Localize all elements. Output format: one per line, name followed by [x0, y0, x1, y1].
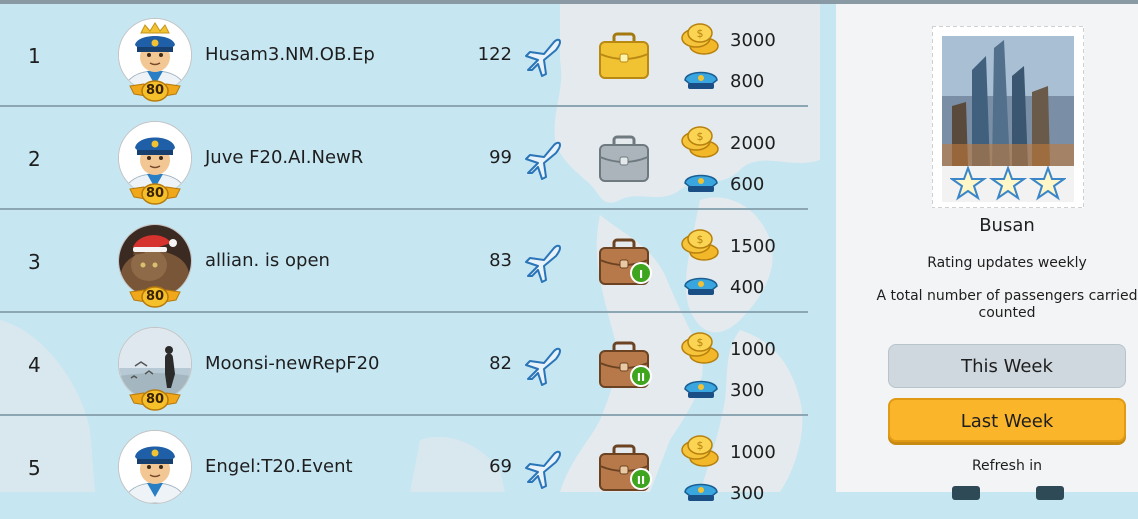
coin-reward: 1000 — [730, 339, 776, 360]
player-avatar[interactable]: 80 — [118, 14, 192, 106]
rating-update-note: Rating updates weekly — [927, 255, 1087, 271]
player-name[interactable]: Husam3.NM.OB.Ep — [205, 44, 375, 65]
pilot-avatar-icon — [118, 430, 192, 504]
city-info-panel: Busan Rating updates weekly A total numb… — [836, 4, 1138, 500]
rank-number: 2 — [28, 147, 41, 171]
svg-text:$: $ — [697, 439, 704, 452]
coin-reward: 1500 — [730, 236, 776, 257]
plane-count: 99 — [489, 147, 512, 168]
leaderboard-row-2[interactable]: 2 80 Juve F20.AI.NewR 99 $ 2000 600 — [0, 107, 808, 210]
pilot-cap-icon — [684, 174, 718, 192]
coin-stack-icon: $ — [681, 126, 719, 158]
plane-count: 69 — [489, 456, 512, 477]
leaderboard-row-5[interactable]: 5 Engel:T20.Event 69 II $ 1000 300 — [0, 416, 808, 519]
plane-count: 122 — [477, 44, 512, 65]
pilot-cap-icon — [684, 483, 718, 501]
tier-badge: I — [630, 262, 652, 284]
briefcase-icon — [599, 135, 649, 182]
coin-stack-icon: $ — [681, 435, 719, 467]
player-name[interactable]: Engel:T20.Event — [205, 456, 353, 477]
coin-reward: 3000 — [730, 30, 776, 51]
star-icon — [950, 166, 988, 201]
pilot-reward: 600 — [730, 174, 765, 195]
pilot-reward: 300 — [730, 483, 765, 504]
player-avatar[interactable]: 80 — [118, 323, 192, 415]
svg-text:$: $ — [697, 130, 704, 143]
city-name: Busan — [979, 215, 1035, 236]
pilot-reward: 400 — [730, 277, 765, 298]
plane-icon — [525, 347, 561, 386]
player-avatar[interactable] — [118, 426, 192, 518]
pilot-cap-icon — [684, 71, 718, 89]
pilot-reward: 800 — [730, 71, 765, 92]
refresh-label: Refresh in — [971, 458, 1043, 474]
player-avatar[interactable]: 80 — [118, 117, 192, 209]
leaderboard: 1 80 Husam3.NM.OB.Ep 122 $ 3000 800 2 80… — [0, 4, 808, 504]
tier-badge: II — [630, 365, 652, 387]
star-icon — [1028, 166, 1066, 201]
star-rating — [950, 166, 1066, 201]
level-number: 80 — [145, 83, 165, 98]
briefcase-icon — [599, 32, 649, 79]
player-avatar[interactable]: 80 — [118, 220, 192, 312]
svg-text:$: $ — [697, 27, 704, 40]
player-name[interactable]: Moonsi-newRepF20 — [205, 353, 380, 374]
plane-count: 83 — [489, 250, 512, 271]
passengers-note: A total number of passengers carried — [876, 288, 1138, 304]
pilot-reward: 300 — [730, 380, 765, 401]
level-number: 80 — [145, 392, 165, 407]
plane-icon — [525, 38, 561, 77]
plane-count: 82 — [489, 353, 512, 374]
player-name[interactable]: Juve F20.AI.NewR — [205, 147, 363, 168]
leaderboard-row-4[interactable]: 4 80 Moonsi-newRepF20 82 II $ 1000 300 — [0, 313, 808, 416]
plane-icon — [525, 244, 561, 283]
pilot-cap-icon — [684, 380, 718, 398]
refresh-timer — [952, 486, 980, 500]
plane-icon — [525, 450, 561, 489]
this-week-button[interactable]: This Week — [888, 344, 1126, 388]
passengers-note-2: counted — [978, 305, 1036, 321]
plane-icon — [525, 141, 561, 180]
star-icon — [988, 166, 1028, 201]
leaderboard-row-1[interactable]: 1 80 Husam3.NM.OB.Ep 122 $ 3000 800 — [0, 4, 808, 107]
coin-stack-icon: $ — [681, 332, 719, 364]
svg-text:$: $ — [697, 233, 704, 246]
tier-badge: II — [630, 468, 652, 490]
rank-number: 5 — [28, 456, 41, 480]
coin-reward: 1000 — [730, 442, 776, 463]
coin-stack-icon: $ — [681, 229, 719, 261]
svg-text:$: $ — [697, 336, 704, 349]
coin-stack-icon: $ — [681, 23, 719, 55]
last-week-button[interactable]: Last Week — [888, 398, 1126, 442]
level-number: 80 — [145, 289, 165, 304]
pilot-cap-icon — [684, 277, 718, 295]
rank-number: 3 — [28, 250, 41, 274]
level-number: 80 — [145, 186, 165, 201]
refresh-timer — [1036, 486, 1064, 500]
rank-number: 4 — [28, 353, 41, 377]
rank-number: 1 — [28, 44, 41, 68]
coin-reward: 2000 — [730, 133, 776, 154]
player-name[interactable]: allian. is open — [205, 250, 330, 271]
leaderboard-row-3[interactable]: 3 80 allian. is open 83 I $ 1500 400 — [0, 210, 808, 313]
